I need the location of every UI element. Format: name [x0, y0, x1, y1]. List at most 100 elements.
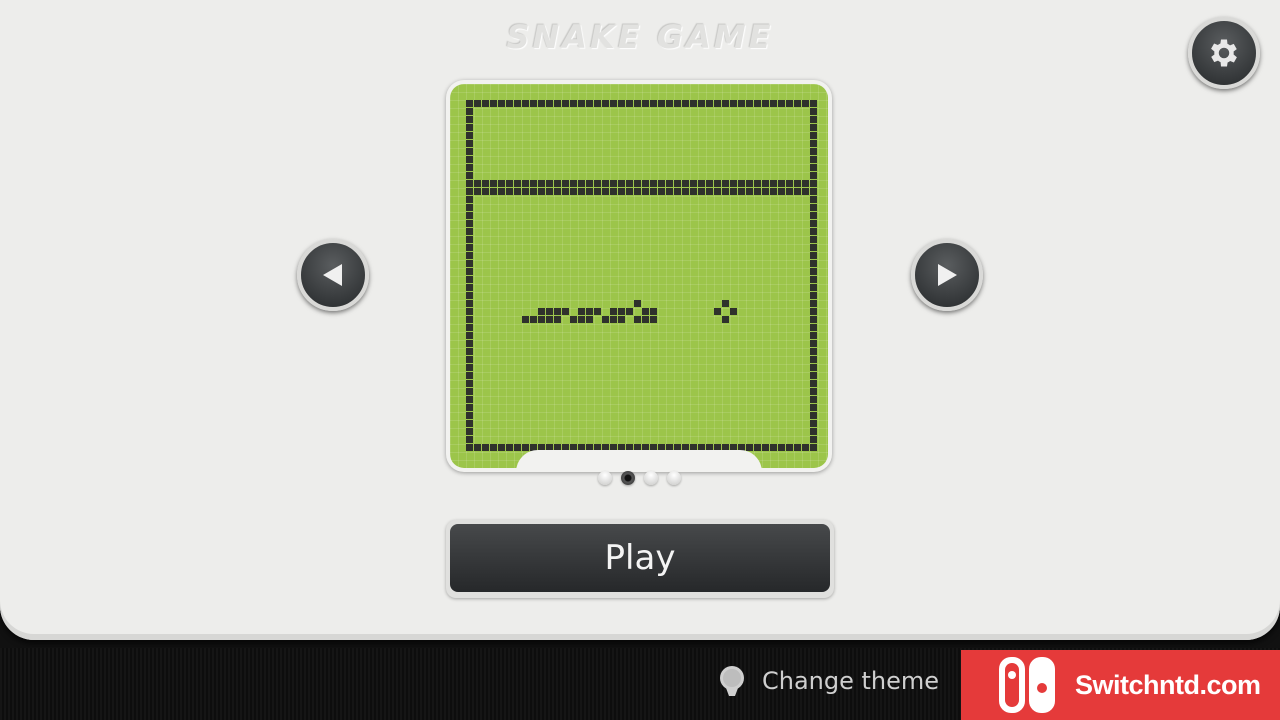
divider-cell [746, 188, 753, 195]
wall-cell [466, 108, 473, 115]
divider-cell [698, 188, 705, 195]
lcd-screen [450, 84, 828, 468]
wall-cell [810, 396, 817, 403]
wall-cell [810, 428, 817, 435]
wall-cell [514, 444, 521, 451]
divider-cell [594, 180, 601, 187]
wall-cell [514, 100, 521, 107]
wall-cell [810, 164, 817, 171]
wall-cell [522, 100, 529, 107]
wall-cell [810, 252, 817, 259]
wall-cell [466, 404, 473, 411]
food-cell [722, 300, 729, 307]
snake-cell [578, 308, 585, 315]
wall-cell [810, 420, 817, 427]
page-dot-4[interactable] [667, 471, 681, 485]
change-theme-button[interactable]: Change theme [716, 664, 939, 698]
wall-cell [466, 228, 473, 235]
wall-cell [770, 444, 777, 451]
play-button[interactable]: Play [450, 524, 830, 592]
wall-cell [786, 100, 793, 107]
divider-cell [618, 188, 625, 195]
wall-cell [466, 444, 473, 451]
divider-cell [738, 180, 745, 187]
wall-cell [466, 132, 473, 139]
divider-cell [674, 180, 681, 187]
divider-cell [586, 180, 593, 187]
divider-cell [794, 188, 801, 195]
wall-cell [810, 412, 817, 419]
wall-cell [810, 356, 817, 363]
divider-cell [666, 180, 673, 187]
divider-cell [546, 188, 553, 195]
snake-cell [570, 316, 577, 323]
divider-cell [506, 188, 513, 195]
wall-cell [466, 148, 473, 155]
divider-cell [802, 188, 809, 195]
wall-cell [698, 100, 705, 107]
divider-cell [498, 180, 505, 187]
wall-cell [466, 348, 473, 355]
wall-cell [810, 244, 817, 251]
divider-cell [650, 180, 657, 187]
wall-cell [810, 188, 817, 195]
page-dot-3[interactable] [644, 471, 658, 485]
wall-cell [474, 444, 481, 451]
settings-button[interactable] [1188, 17, 1260, 89]
wall-cell [554, 100, 561, 107]
divider-cell [578, 180, 585, 187]
divider-cell [602, 180, 609, 187]
snake-cell [530, 316, 537, 323]
divider-cell [634, 180, 641, 187]
page-dot-2[interactable] [621, 471, 635, 485]
wall-cell [810, 116, 817, 123]
page-dot-1[interactable] [598, 471, 612, 485]
divider-cell [562, 180, 569, 187]
divider-cell [538, 188, 545, 195]
switch-logo-icon [999, 657, 1055, 713]
previous-button[interactable] [297, 239, 369, 311]
wall-cell [682, 100, 689, 107]
wall-cell [498, 100, 505, 107]
food-cell [730, 308, 737, 315]
wall-cell [666, 100, 673, 107]
next-button[interactable] [911, 239, 983, 311]
divider-cell [482, 180, 489, 187]
snake-cell [562, 308, 569, 315]
wall-cell [810, 364, 817, 371]
divider-cell [594, 188, 601, 195]
wall-cell [722, 100, 729, 107]
divider-cell [762, 188, 769, 195]
wall-cell [466, 420, 473, 427]
wall-cell [810, 228, 817, 235]
wall-cell [762, 444, 769, 451]
wall-cell [466, 412, 473, 419]
divider-cell [778, 188, 785, 195]
food-cell [722, 316, 729, 323]
divider-cell [794, 180, 801, 187]
wall-cell [770, 100, 777, 107]
divider-cell [578, 188, 585, 195]
divider-cell [530, 188, 537, 195]
wall-cell [466, 284, 473, 291]
divider-cell [522, 188, 529, 195]
wall-cell [810, 276, 817, 283]
wall-cell [786, 444, 793, 451]
wall-cell [738, 100, 745, 107]
wall-cell [498, 444, 505, 451]
divider-cell [642, 188, 649, 195]
wall-cell [466, 140, 473, 147]
gear-icon [1211, 39, 1237, 67]
wall-cell [810, 196, 817, 203]
wall-cell [810, 204, 817, 211]
level-preview[interactable] [446, 80, 832, 472]
wall-cell [810, 308, 817, 315]
wall-cell [466, 316, 473, 323]
wall-cell [810, 388, 817, 395]
wall-cell [586, 100, 593, 107]
wall-cell [466, 100, 473, 107]
wall-cell [506, 100, 513, 107]
wall-cell [562, 100, 569, 107]
wall-cell [610, 100, 617, 107]
wall-cell [810, 132, 817, 139]
